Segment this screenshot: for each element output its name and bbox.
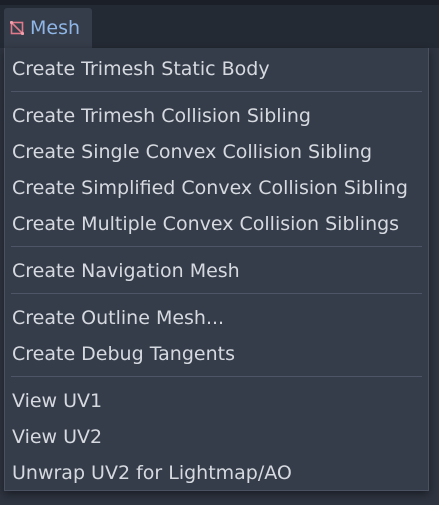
- menu-item-create-trimesh-collision-sibling[interactable]: Create Trimesh Collision Sibling: [5, 100, 428, 132]
- menu-item-create-navigation-mesh[interactable]: Create Navigation Mesh: [5, 255, 428, 287]
- menu-item-create-simplified-convex-collision-sibling[interactable]: Create Simplified Convex Collision Sibli…: [5, 172, 428, 204]
- mesh-icon: [10, 21, 24, 35]
- menu-item-create-single-convex-collision-sibling[interactable]: Create Single Convex Collision Sibling: [5, 136, 428, 168]
- menu-separator: [11, 246, 422, 247]
- menu-item-unwrap-uv2[interactable]: Unwrap UV2 for Lightmap/AO: [5, 457, 428, 489]
- menu-item-view-uv2[interactable]: View UV2: [5, 421, 428, 453]
- menu-separator: [11, 376, 422, 377]
- menu-separator: [11, 91, 422, 92]
- menu-item-create-debug-tangents[interactable]: Create Debug Tangents: [5, 338, 428, 370]
- menu-separator: [11, 293, 422, 294]
- menu-item-create-outline-mesh[interactable]: Create Outline Mesh...: [5, 302, 428, 334]
- mesh-menu-label: Mesh: [30, 16, 81, 39]
- toolbar-top-border: [0, 0, 439, 5]
- mesh-popup-menu: Create Trimesh Static Body Create Trimes…: [4, 48, 429, 491]
- mesh-menu-button[interactable]: Mesh: [4, 8, 92, 48]
- menu-item-create-trimesh-static-body[interactable]: Create Trimesh Static Body: [5, 53, 428, 85]
- menu-item-create-multiple-convex-collision-siblings[interactable]: Create Multiple Convex Collision Sibling…: [5, 208, 428, 240]
- menu-item-view-uv1[interactable]: View UV1: [5, 385, 428, 417]
- editor-toolbar: Mesh: [0, 0, 439, 48]
